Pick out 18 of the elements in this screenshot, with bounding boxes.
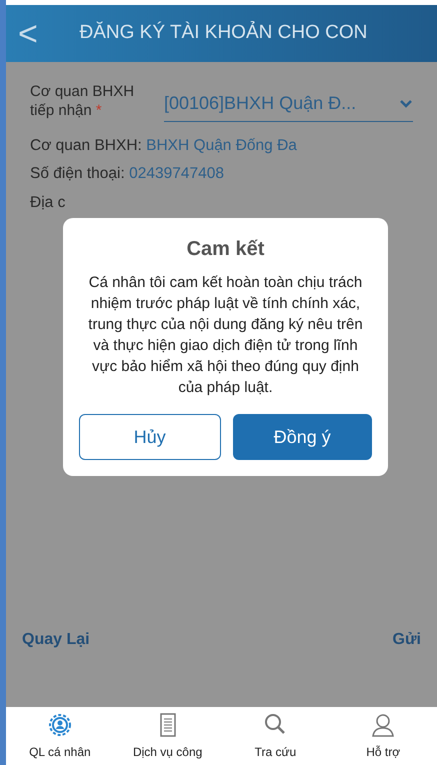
info-line: Cơ quan BHXH: BHXH Quận Đống Đa — [30, 136, 298, 156]
cancel-button[interactable]: Hủy — [79, 414, 220, 460]
dialog-title: Cam kết — [186, 237, 264, 262]
back-button[interactable]: < — [18, 16, 38, 50]
tab[interactable]: Dịch vụ công — [114, 711, 222, 765]
required-mark: * — [96, 102, 102, 119]
field-label: Cơ quan BHXH tiếp nhận * — [30, 82, 136, 120]
agree-button[interactable]: Đồng ý — [232, 414, 372, 460]
dialog-message: Cá nhân tôi cam kết hoàn toàn chịu trách nhiệm trước pháp luật về tính chính xác, trung thực của nội dung đăng ký nêu trên và thực hiện giao dịch điện tử trong lĩnh vực bảo hiểm xã hội theo đúng quy định của pháp luật. — [87, 273, 364, 398]
back-link[interactable]: Quay Lại — [22, 628, 90, 652]
screen-title: ĐĂNG KÝ TÀI KHOẢN CHO CON — [78, 20, 368, 46]
info-line: Địa c — [30, 192, 66, 212]
chevron-down-icon — [399, 98, 413, 108]
submit-link[interactable]: Gửi — [392, 628, 421, 652]
tab[interactable]: QL cá nhân — [6, 711, 114, 765]
tab[interactable]: Hỗ trợ — [329, 711, 437, 765]
info-line: Số điện thoại: 02439747408 — [30, 164, 225, 184]
tab[interactable]: Tra cứu — [222, 711, 330, 765]
